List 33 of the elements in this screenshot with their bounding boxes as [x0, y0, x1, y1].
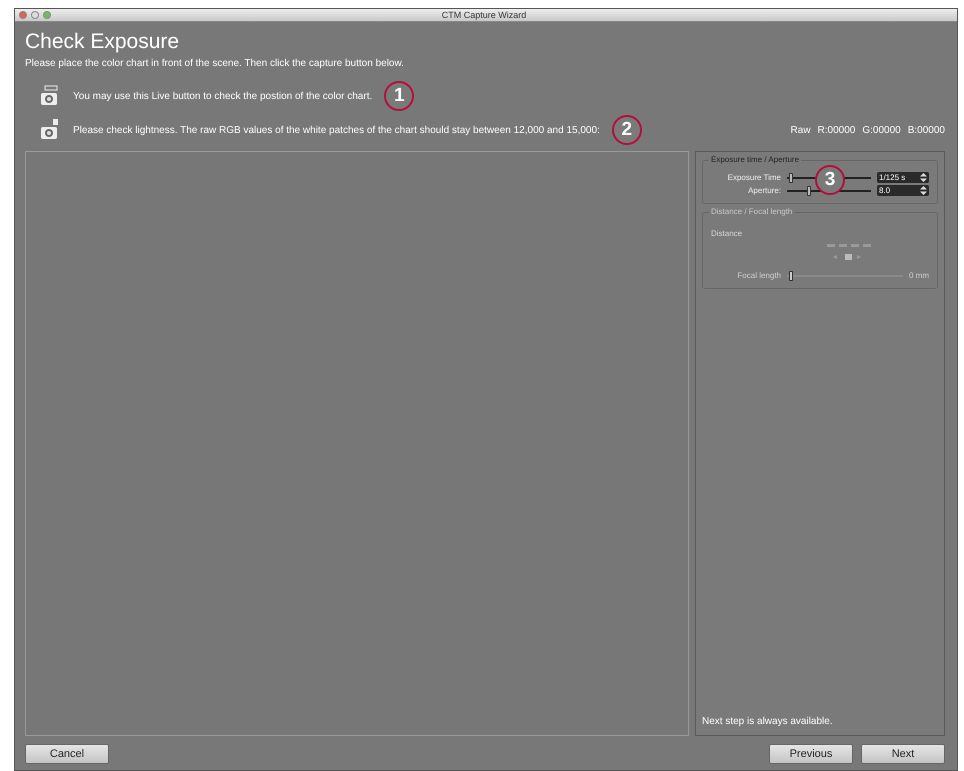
close-button[interactable]	[19, 11, 27, 19]
hint-text: You may use this Live button to check the postion of the color chart.	[73, 90, 372, 102]
stepper-icon[interactable]	[920, 173, 927, 182]
page-heading: Check Exposure	[25, 30, 180, 54]
raw-value: R:00000	[818, 124, 856, 136]
window-title: CTM Capture Wizard	[440, 10, 528, 20]
raw-value: B:00000	[908, 124, 945, 136]
cancel-button[interactable]: Cancel	[25, 744, 109, 764]
stepper-icon[interactable]	[920, 186, 927, 195]
previous-button[interactable]: Previous	[769, 744, 853, 764]
minimize-button[interactable]	[31, 11, 39, 19]
camera-icon	[39, 119, 61, 141]
value-stepper[interactable]: 1/125 s	[877, 172, 929, 183]
zoom-button[interactable]	[43, 11, 51, 19]
slider-thumb[interactable]	[788, 172, 793, 182]
raw-label: Raw	[790, 124, 811, 136]
callout-number: 3	[815, 165, 845, 195]
distance-label: Distance	[711, 229, 742, 238]
slider-label: Exposure Time	[726, 173, 781, 182]
hint-text: Please check lightness. The raw RGB values of the white patches of the chart should stay between 12,000 and 15,000:	[73, 124, 600, 136]
group-title: Exposure time / Aperture	[709, 155, 802, 164]
status-text: Next step is always available.	[702, 716, 834, 727]
slider-label: Focal length	[736, 271, 781, 280]
intro-text: Please place the color chart in front of the scene. Then click the capture button below.	[25, 58, 405, 69]
next-button[interactable]: Next	[861, 744, 945, 764]
callout-number: 1	[384, 81, 414, 111]
raw-value: G:00000	[862, 124, 901, 136]
value-stepper[interactable]: 8.0	[877, 185, 929, 196]
slider-thumb[interactable]	[807, 186, 811, 196]
callout-number: 2	[612, 115, 642, 145]
group-title: Distance / Focal length	[709, 207, 794, 216]
slider-label: Aperture:	[747, 186, 781, 195]
focal-value: 0 mm	[909, 271, 929, 280]
